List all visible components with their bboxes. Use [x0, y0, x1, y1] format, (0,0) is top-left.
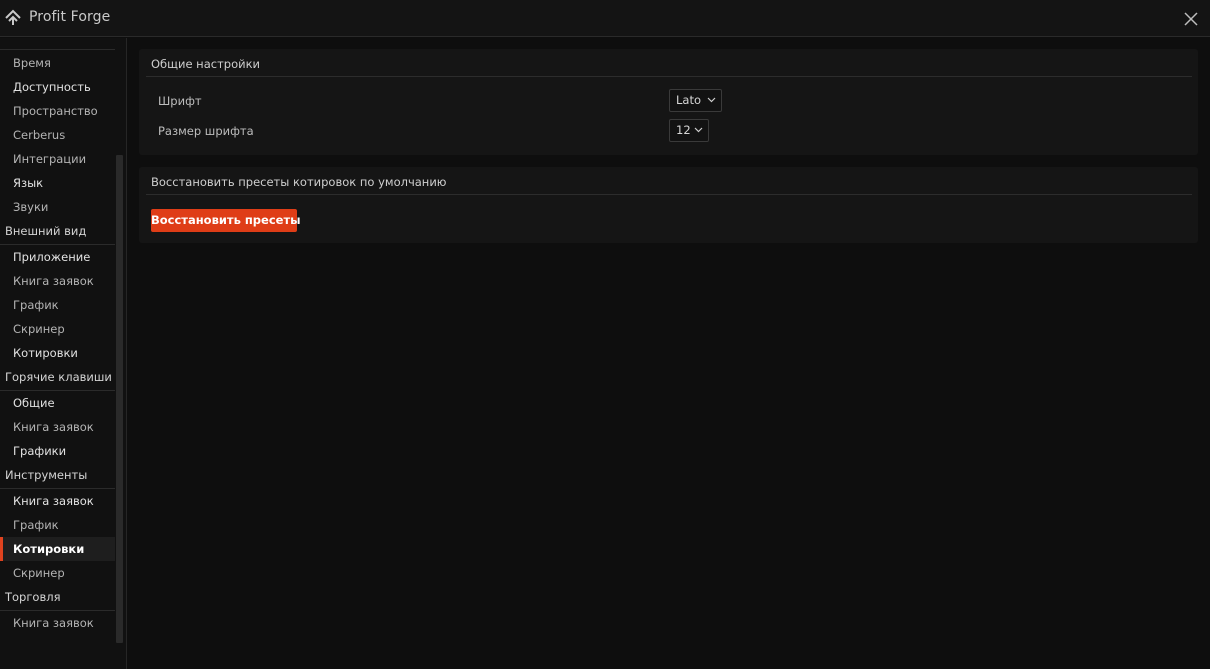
sidebar-item-книга-заявок[interactable]: Книга заявок — [0, 415, 115, 439]
restore-presets-title: Восстановить пресеты котировок по умолча… — [151, 175, 447, 189]
font-size-label: Размер шрифта — [158, 124, 254, 138]
sidebar-item-книга-заявок[interactable]: Книга заявок — [0, 489, 115, 513]
chevron-down-icon — [694, 127, 703, 133]
sidebar-item-скринер[interactable]: Скринер — [0, 317, 115, 341]
sidebar-item-общие[interactable]: Общие — [0, 391, 115, 415]
sidebar-item-приложение[interactable]: Приложение — [0, 245, 115, 269]
sidebar-item-cerberus[interactable]: Cerberus — [0, 123, 115, 147]
general-settings-panel: Общие настройки Шрифт Lato Размер шрифта… — [139, 49, 1198, 155]
sidebar-item-язык[interactable]: Язык — [0, 171, 115, 195]
nav-divider — [0, 49, 115, 50]
settings-nav: Время Доступность Пространство Cerberus Инте… — [0, 38, 115, 669]
sidebar-item-котировки[interactable]: Котировки — [0, 537, 115, 561]
sidebar-item-интеграции[interactable]: Интеграции — [0, 147, 115, 171]
font-label: Шрифт — [158, 94, 202, 108]
font-select[interactable]: Lato — [669, 89, 722, 112]
sidebar-section-header: Торговля — [0, 585, 115, 611]
restore-presets-panel: Восстановить пресеты котировок по умолча… — [139, 167, 1198, 243]
sidebar-item-время[interactable]: Время — [0, 51, 115, 75]
sidebar-item-котировки[interactable]: Котировки — [0, 341, 115, 365]
sidebar-scrollbar-thumb[interactable] — [116, 155, 123, 643]
font-select-value: Lato — [676, 93, 701, 107]
sidebar-item-звуки[interactable]: Звуки — [0, 195, 115, 219]
sidebar-section-header: Инструменты — [0, 463, 115, 489]
sidebar-item-доступность[interactable]: Доступность — [0, 75, 115, 99]
font-size-select-value: 12 — [676, 123, 691, 137]
sidebar-item-книга-заявок[interactable]: Книга заявок — [0, 611, 115, 635]
sidebar-item-графики[interactable]: Графики — [0, 439, 115, 463]
title-bar: Profit Forge — [0, 0, 1210, 37]
general-settings-title: Общие настройки — [151, 57, 260, 71]
sidebar-item-скринер[interactable]: Скринер — [0, 561, 115, 585]
sidebar-item-книга-заявок[interactable]: Книга заявок — [0, 269, 115, 293]
sidebar-item-график[interactable]: График — [0, 513, 115, 537]
panel-divider — [146, 194, 1192, 195]
panel-divider — [146, 76, 1192, 77]
close-icon[interactable] — [1182, 10, 1200, 28]
sidebar-item-график[interactable]: График — [0, 293, 115, 317]
font-size-select[interactable]: 12 — [669, 119, 709, 142]
sidebar-section-header: Внешний вид — [0, 219, 115, 245]
sidebar-section-header: Горячие клавиши — [0, 365, 115, 391]
sidebar-item-пространство[interactable]: Пространство — [0, 99, 115, 123]
chevron-down-icon — [707, 97, 716, 103]
sidebar-scrollbar[interactable] — [116, 38, 124, 669]
restore-presets-button[interactable]: Восстановить пресеты — [151, 209, 301, 232]
app-title: Profit Forge — [29, 9, 111, 25]
settings-sidebar: Время Доступность Пространство Cerberus Инте… — [0, 38, 127, 669]
profit-forge-logo-icon — [5, 9, 21, 25]
